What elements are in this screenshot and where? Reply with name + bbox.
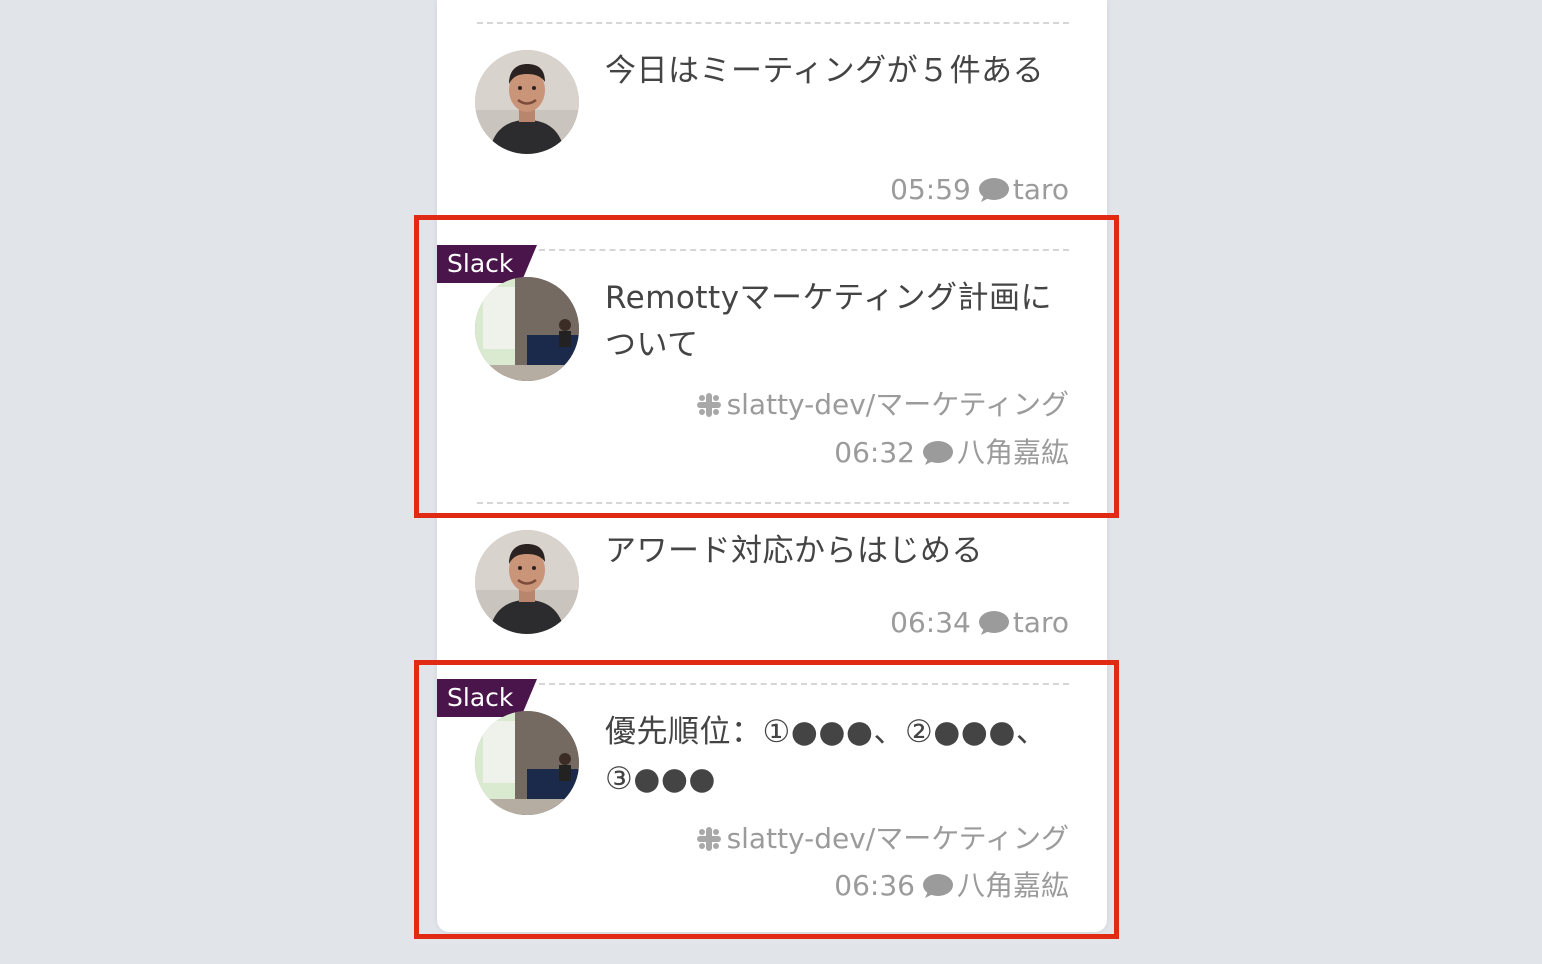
message-text: アワード対応からはじめる [605, 533, 983, 569]
message-meta: 05:59 taro [890, 172, 1069, 208]
comment-icon [978, 178, 1009, 202]
avatar[interactable] [475, 50, 579, 154]
message-time: 06:34 [890, 606, 971, 639]
message-time: 05:59 [890, 173, 971, 206]
message-author[interactable]: taro [1013, 605, 1069, 641]
highlight-box [414, 660, 1119, 939]
highlight-box [414, 215, 1119, 518]
user-avatar-man [475, 530, 579, 634]
divider [477, 22, 1069, 24]
comment-icon [978, 611, 1009, 635]
message-text: 今日はミーティングが５件ある [605, 53, 1045, 89]
message-author[interactable]: taro [1013, 172, 1069, 208]
user-avatar-man [475, 50, 579, 154]
message-meta: 06:34 taro [890, 605, 1069, 641]
avatar[interactable] [475, 530, 579, 634]
